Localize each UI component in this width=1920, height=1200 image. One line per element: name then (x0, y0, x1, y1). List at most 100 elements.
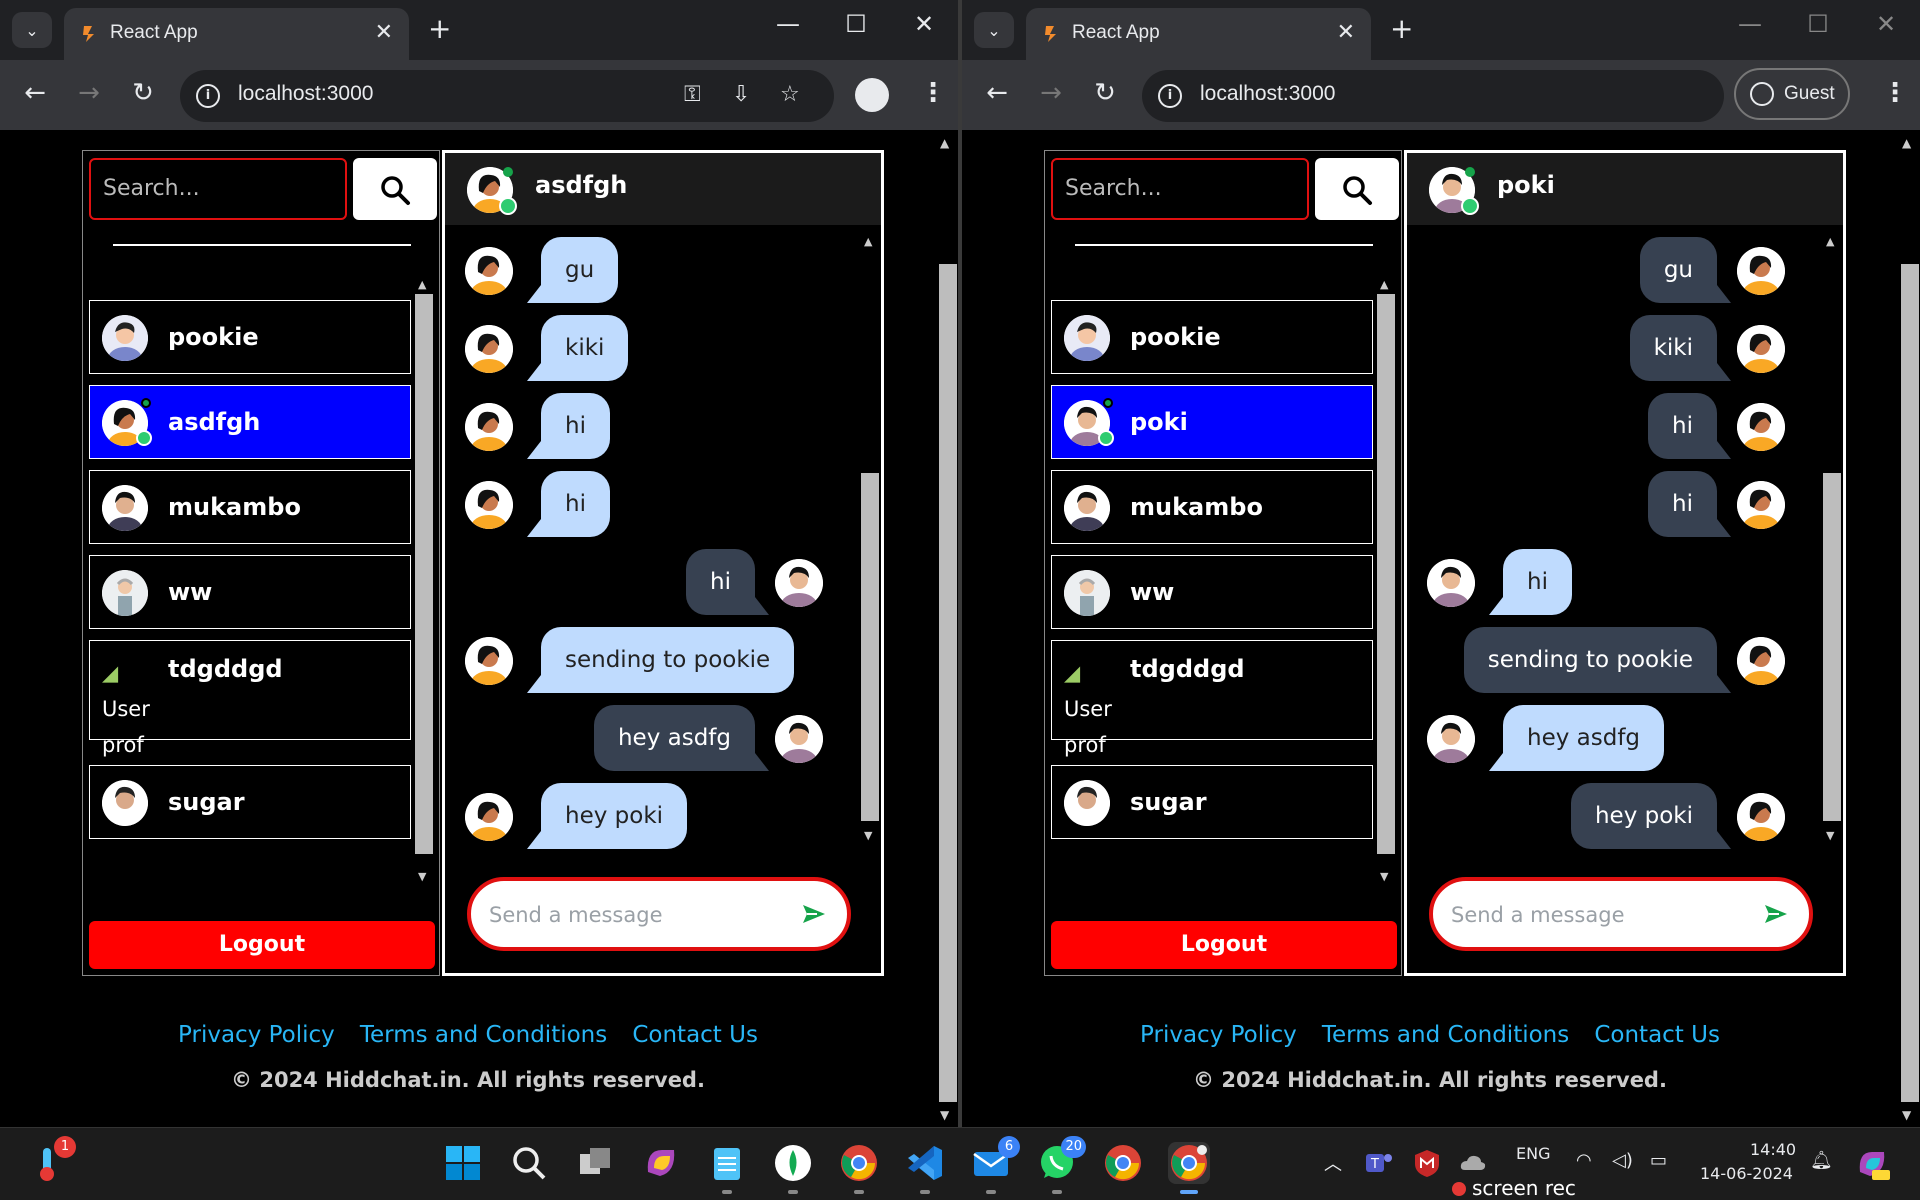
page-scrollbar[interactable]: ▲ ▼ (936, 130, 958, 1127)
vscode-icon[interactable] (904, 1142, 946, 1194)
mail-icon[interactable]: 6 (970, 1136, 1020, 1194)
user-item-mukambo[interactable]: mukambo (89, 470, 411, 544)
scroll-thumb[interactable] (1901, 264, 1919, 1102)
user-list-scrollbar[interactable]: ▲ ▼ (413, 276, 435, 884)
scroll-down-arrow-icon[interactable]: ▼ (864, 829, 872, 842)
logout-button[interactable]: Logout (89, 921, 435, 969)
user-item-pookie[interactable]: pookie (1051, 300, 1373, 374)
close-window-button[interactable]: ✕ (1866, 10, 1906, 38)
whatsapp-icon[interactable]: 20 (1036, 1136, 1086, 1194)
send-icon[interactable] (801, 901, 827, 927)
back-button[interactable]: ← (18, 78, 52, 108)
chrome-icon[interactable] (838, 1142, 880, 1194)
contact-link[interactable]: Contact Us (1594, 1022, 1720, 1048)
scroll-thumb[interactable] (1377, 294, 1395, 854)
close-window-button[interactable]: ✕ (904, 10, 944, 38)
scroll-thumb[interactable] (415, 294, 433, 854)
minimize-button[interactable]: — (1730, 10, 1770, 38)
terms-link[interactable]: Terms and Conditions (1322, 1022, 1569, 1048)
scroll-up-arrow-icon[interactable]: ▲ (940, 136, 949, 150)
send-icon[interactable] (1763, 901, 1789, 927)
privacy-policy-link[interactable]: Privacy Policy (1140, 1022, 1297, 1048)
contact-link[interactable]: Contact Us (632, 1022, 758, 1048)
start-button[interactable] (442, 1142, 484, 1184)
forward-button[interactable]: → (1034, 78, 1068, 108)
guest-profile-button[interactable]: Guest (1734, 68, 1850, 120)
browser-tab[interactable]: React App ✕ (64, 8, 409, 60)
battery-icon[interactable]: ▭ (1650, 1150, 1667, 1171)
user-item-asdfgh[interactable]: asdfgh (89, 385, 411, 459)
profile-avatar-icon[interactable] (855, 78, 889, 112)
language-indicator[interactable]: ENG (1516, 1144, 1550, 1163)
user-item-ww[interactable]: ww (1051, 555, 1373, 629)
wifi-icon[interactable]: ◠ (1576, 1150, 1592, 1171)
new-tab-button[interactable]: + (1390, 12, 1413, 45)
show-hidden-icons-icon[interactable]: ︿ (1324, 1150, 1342, 1176)
clock-time[interactable]: 14:40 (1750, 1140, 1796, 1159)
clock-date[interactable]: 14-06-2024 (1700, 1164, 1793, 1183)
search-button[interactable] (353, 158, 437, 220)
chrome-profile-icon[interactable] (1102, 1142, 1144, 1184)
user-item-ww[interactable]: ww (89, 555, 411, 629)
volume-icon[interactable]: ◁) (1612, 1150, 1633, 1171)
browser-tab[interactable]: React App ✕ (1026, 8, 1371, 60)
bookmark-star-icon[interactable]: ☆ (780, 82, 800, 107)
site-info-icon[interactable]: i (196, 84, 220, 108)
install-app-icon[interactable]: ⇩ (732, 82, 750, 107)
copilot-pre-icon[interactable] (1854, 1146, 1890, 1182)
back-button[interactable]: ← (980, 78, 1014, 108)
search-button[interactable] (1315, 158, 1399, 220)
scroll-thumb[interactable] (861, 473, 879, 821)
tab-search-button[interactable]: ⌄ (974, 12, 1014, 48)
search-icon[interactable] (508, 1142, 550, 1184)
address-bar[interactable]: i localhost:3000 (1142, 70, 1724, 122)
tab-close-icon[interactable]: ✕ (375, 20, 393, 45)
browser-menu-icon[interactable]: ⋮ (920, 78, 946, 108)
browser-menu-icon[interactable]: ⋮ (1882, 78, 1908, 108)
new-tab-button[interactable]: + (428, 12, 451, 45)
teams-icon[interactable]: T (1364, 1148, 1394, 1178)
site-info-icon[interactable]: i (1158, 84, 1182, 108)
weather-widget-icon[interactable]: 1 (26, 1136, 76, 1184)
message-input[interactable]: Send a message (1429, 877, 1813, 951)
mongodb-compass-icon[interactable] (772, 1142, 814, 1194)
copilot-icon[interactable] (640, 1142, 682, 1184)
user-item-mukambo[interactable]: mukambo (1051, 470, 1373, 544)
notepad-icon[interactable] (706, 1142, 748, 1194)
privacy-policy-link[interactable]: Privacy Policy (178, 1022, 335, 1048)
scroll-thumb[interactable] (939, 264, 957, 1102)
scroll-up-arrow-icon[interactable]: ▲ (1826, 235, 1834, 248)
user-item-sugar[interactable]: sugar (89, 765, 411, 839)
scroll-thumb[interactable] (1823, 473, 1841, 821)
maximize-button[interactable]: ☐ (836, 10, 876, 38)
forward-button[interactable]: → (72, 78, 106, 108)
scroll-down-arrow-icon[interactable]: ▼ (1380, 870, 1388, 883)
scroll-up-arrow-icon[interactable]: ▲ (1380, 278, 1388, 291)
reload-button[interactable]: ↻ (126, 78, 160, 108)
page-scrollbar[interactable]: ▲ ▼ (1898, 130, 1920, 1127)
password-key-icon[interactable]: ⚿ (684, 82, 701, 107)
minimize-button[interactable]: — (768, 10, 808, 38)
reload-button[interactable]: ↻ (1088, 78, 1122, 108)
scroll-up-arrow-icon[interactable]: ▲ (1902, 136, 1911, 150)
address-bar[interactable]: i localhost:3000 ⚿ ⇩ ☆ (180, 70, 834, 122)
notifications-bell-icon[interactable]: 🔔︎ (1810, 1150, 1833, 1171)
terms-link[interactable]: Terms and Conditions (360, 1022, 607, 1048)
message-scrollbar[interactable]: ▲ ▼ (1821, 233, 1843, 843)
mcafee-icon[interactable] (1412, 1148, 1442, 1178)
scroll-down-arrow-icon[interactable]: ▼ (940, 1108, 949, 1122)
search-input[interactable]: Search... (1051, 158, 1309, 220)
onedrive-cloud-icon[interactable] (1458, 1148, 1488, 1178)
scroll-down-arrow-icon[interactable]: ▼ (418, 870, 426, 883)
tab-search-button[interactable]: ⌄ (12, 12, 52, 48)
user-item-pookie[interactable]: pookie (89, 300, 411, 374)
scroll-up-arrow-icon[interactable]: ▲ (418, 278, 426, 291)
chrome-guest-icon[interactable] (1168, 1142, 1210, 1194)
scroll-down-arrow-icon[interactable]: ▼ (1826, 829, 1834, 842)
scroll-up-arrow-icon[interactable]: ▲ (864, 235, 872, 248)
user-item-tdgddgd[interactable]: ◢ User prof tdgddgd (89, 640, 411, 757)
message-input[interactable]: Send a message (467, 877, 851, 951)
user-item-poki[interactable]: poki (1051, 385, 1373, 459)
scroll-down-arrow-icon[interactable]: ▼ (1902, 1108, 1911, 1122)
message-scrollbar[interactable]: ▲ ▼ (859, 233, 881, 843)
